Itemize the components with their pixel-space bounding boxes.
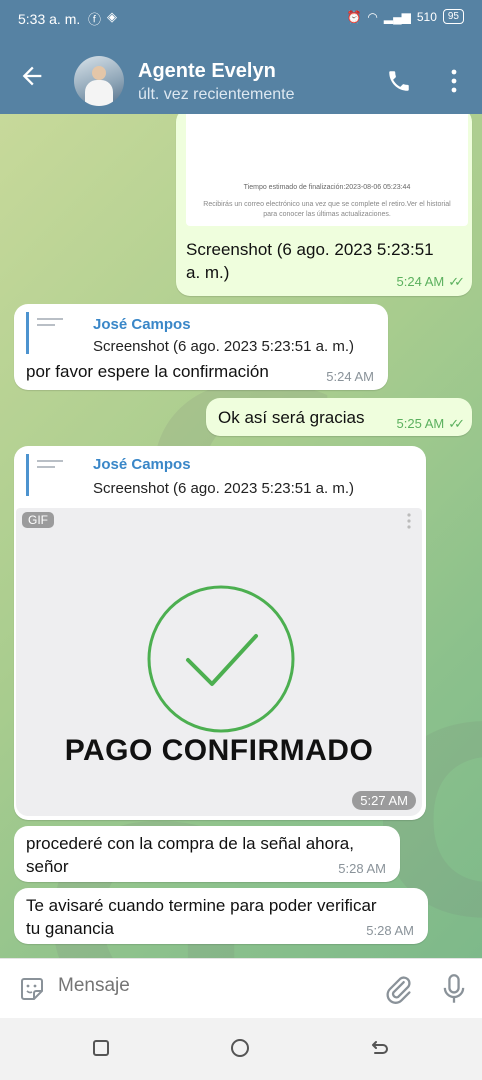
- message-meta: 5:25 AM ✓✓: [396, 416, 465, 432]
- nav-home-icon[interactable]: [231, 1039, 249, 1057]
- gif-badge: GIF: [22, 512, 54, 528]
- read-ticks-icon: ✓✓: [448, 416, 465, 431]
- network-speed: 510: [416, 9, 437, 24]
- back-arrow-icon[interactable]: [18, 62, 46, 90]
- quote-thumbnail: [37, 314, 77, 352]
- message-bubble-incoming[interactable]: procederé con la compra de la señal ahor…: [14, 826, 400, 882]
- nav-back-icon[interactable]: [370, 1038, 390, 1058]
- nav-recents-icon[interactable]: [93, 1040, 109, 1056]
- notification-icons: ⓕ ◈: [88, 9, 117, 28]
- chat-header: Agente Evelyn últ. vez recientemente: [0, 38, 482, 114]
- more-vert-icon[interactable]: [444, 68, 464, 94]
- message-text: Te avisaré cuando termine para poder ver…: [26, 896, 377, 938]
- message-time: 5:28 AM: [338, 861, 386, 876]
- screenshot-line: Recibirás un correo electrónico una vez …: [203, 201, 451, 218]
- quote-author: José Campos: [93, 456, 191, 473]
- quote-text: Screenshot (6 ago. 2023 5:23:51 a. m.): [93, 480, 354, 497]
- microphone-icon[interactable]: [440, 973, 468, 1005]
- system-nav-bar: [0, 1018, 482, 1080]
- more-vert-icon[interactable]: [406, 512, 412, 530]
- contact-status: últ. vez recientemente: [138, 86, 295, 103]
- contact-name[interactable]: Agente Evelyn: [138, 60, 276, 83]
- gif-media[interactable]: GIF PAGO CONFIRMADO 5:27 AM: [16, 508, 422, 816]
- gif-title: PAGO CONFIRMADO: [64, 734, 374, 767]
- message-composer: [0, 958, 482, 1018]
- message-bubble-incoming[interactable]: Te avisaré cuando termine para poder ver…: [14, 888, 428, 944]
- signal-icon: ▂▄▆: [383, 9, 411, 24]
- read-ticks-icon: ✓✓: [448, 274, 465, 289]
- message-meta: 5:24 AM ✓✓: [396, 274, 465, 290]
- message-bubble-incoming[interactable]: José Campos Screenshot (6 ago. 2023 5:23…: [14, 304, 388, 390]
- reply-quote[interactable]: José Campos Screenshot (6 ago. 2023 5:23…: [26, 312, 376, 355]
- facebook-icon: ⓕ: [88, 12, 102, 27]
- message-time: 5:24 AM: [396, 274, 445, 289]
- quote-thumbnail: [37, 456, 77, 494]
- message-text: procederé con la compra de la señal ahor…: [26, 834, 354, 876]
- reply-quote[interactable]: José Campos Screenshot (6 ago. 2023 5:23…: [26, 454, 406, 497]
- paperclip-icon[interactable]: [384, 973, 412, 1005]
- checkmark-circle-icon: [147, 585, 295, 733]
- alarm-icon: ⏰: [346, 9, 362, 24]
- message-input[interactable]: [58, 975, 358, 997]
- wifi-icon: ◠: [367, 9, 378, 24]
- status-right: ⏰ ◠ ▂▄▆ 510 95: [346, 9, 464, 24]
- vpn-icon: ◈: [107, 9, 118, 24]
- message-time: 5:24 AM: [326, 369, 374, 384]
- quote-text: Screenshot (6 ago. 2023 5:23:51 a. m.): [93, 338, 354, 355]
- battery-icon: 95: [442, 9, 464, 24]
- phone-icon[interactable]: [386, 68, 412, 94]
- message-time: 5:28 AM: [366, 923, 414, 938]
- message-time: 5:27 AM: [352, 791, 416, 810]
- sticker-icon[interactable]: [18, 975, 46, 1003]
- status-bar: 5:33 a. m. ⓕ ◈ ⏰ ◠ ▂▄▆ 510 95: [0, 0, 482, 38]
- message-bubble-outgoing[interactable]: Tiempo estimado de finalización:2023-08-…: [176, 114, 472, 296]
- status-time: 5:33 a. m.: [18, 11, 81, 27]
- message-text: por favor espere la confirmación: [26, 362, 269, 381]
- screenshot-image[interactable]: Tiempo estimado de finalización:2023-08-…: [186, 114, 468, 226]
- message-text: Ok así será gracias: [218, 408, 365, 427]
- quote-author: José Campos: [93, 316, 191, 333]
- avatar[interactable]: [74, 56, 124, 106]
- screenshot-line: Tiempo estimado de finalización:2023-08-…: [243, 184, 411, 191]
- message-bubble-incoming[interactable]: José Campos Screenshot (6 ago. 2023 5:23…: [14, 446, 426, 820]
- message-bubble-outgoing[interactable]: Ok así será gracias 5:25 AM ✓✓: [206, 398, 472, 436]
- message-time: 5:25 AM: [396, 416, 445, 431]
- chat-area[interactable]: G G G Tiempo estimado de finalización:20…: [0, 114, 482, 958]
